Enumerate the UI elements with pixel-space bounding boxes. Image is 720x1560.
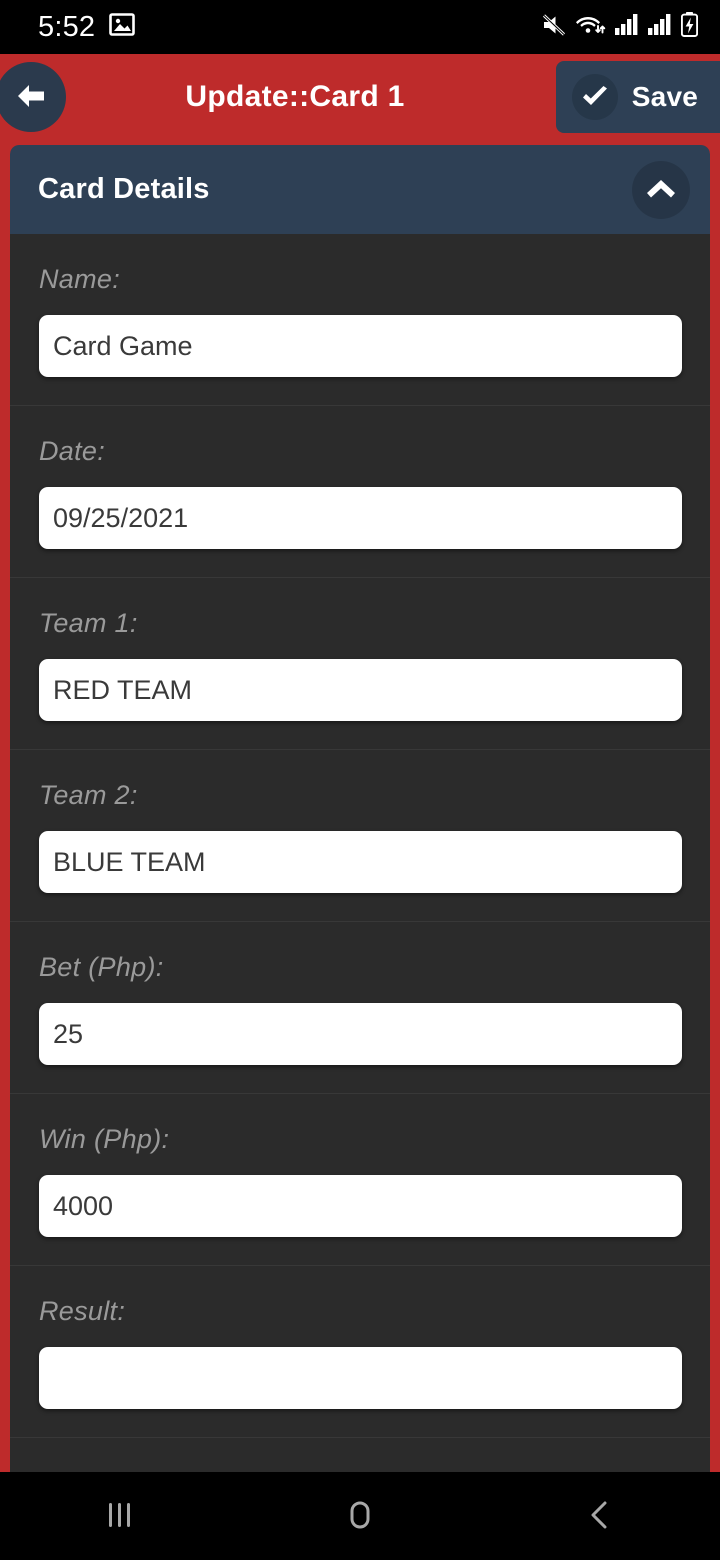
date-input[interactable]	[39, 487, 682, 549]
volume-mute-icon	[541, 13, 567, 42]
signal-bars-sim2-icon	[648, 13, 672, 41]
card-details-panel: Card Details Name: Date: Team 1:	[10, 145, 710, 1514]
back-chevron-icon	[583, 1497, 617, 1536]
back-nav-button[interactable]	[480, 1472, 720, 1560]
card-details-body: Name: Date: Team 1: Team 2: Bet (Php): W	[10, 234, 710, 1514]
chevron-up-icon	[645, 178, 677, 201]
field-label-team-1: Team 1:	[39, 608, 138, 638]
field-group-bet: Bet (Php):	[10, 922, 710, 1094]
win-input[interactable]	[39, 1175, 682, 1237]
system-navigation-bar	[0, 1472, 720, 1560]
field-group-name: Name:	[10, 234, 710, 406]
save-button-label: Save	[631, 81, 698, 112]
field-group-team-1: Team 1:	[10, 578, 710, 750]
home-icon	[343, 1497, 377, 1536]
card-details-title: Card Details	[38, 173, 210, 205]
app-bar: Update::Card 1 Save	[0, 54, 720, 140]
wifi-data-icon	[576, 13, 606, 42]
field-label-name: Name:	[39, 264, 121, 294]
card-details-header[interactable]: Card Details	[10, 145, 710, 234]
save-button[interactable]: Save	[555, 61, 720, 133]
check-icon	[571, 74, 618, 120]
team-1-input[interactable]	[39, 659, 682, 721]
signal-bars-sim1-icon	[615, 13, 639, 41]
bet-input[interactable]	[39, 1003, 682, 1065]
status-bar: 5:52	[0, 0, 720, 54]
field-label-team-2: Team 2:	[39, 780, 138, 810]
field-label-date: Date:	[39, 436, 106, 466]
battery-charging-icon	[680, 12, 699, 42]
field-label-result: Result:	[39, 1296, 126, 1326]
status-bar-right	[541, 12, 699, 42]
result-input[interactable]	[39, 1347, 682, 1409]
team-2-input[interactable]	[39, 831, 682, 893]
home-button[interactable]	[240, 1472, 480, 1560]
field-group-date: Date:	[10, 406, 710, 578]
recents-icon	[103, 1497, 137, 1536]
status-bar-left: 5:52	[38, 10, 136, 43]
field-group-result: Result:	[10, 1266, 710, 1438]
collapse-toggle-button[interactable]	[632, 160, 690, 219]
phone-screen: 5:52 Update::Card 1 Save Card Details Na…	[0, 0, 720, 1560]
field-label-win: Win (Php):	[39, 1124, 170, 1154]
field-group-win: Win (Php):	[10, 1094, 710, 1266]
recents-button[interactable]	[0, 1472, 240, 1560]
field-label-bet: Bet (Php):	[39, 952, 164, 982]
field-group-team-2: Team 2:	[10, 750, 710, 922]
name-input[interactable]	[39, 315, 682, 377]
image-icon	[109, 13, 136, 41]
status-bar-clock: 5:52	[38, 10, 96, 43]
